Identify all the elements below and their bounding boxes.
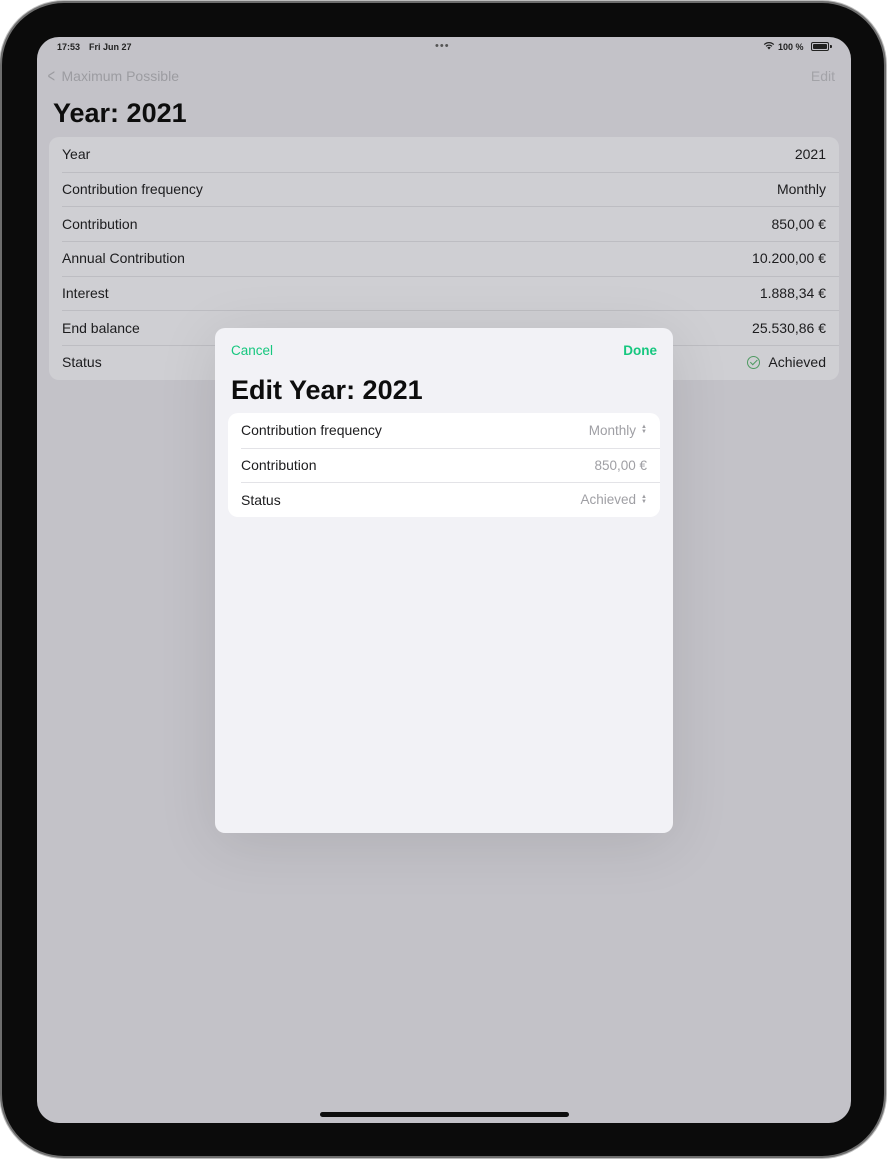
edit-form: Contribution frequency Monthly ▲ ▼ Contri… xyxy=(228,413,660,518)
up-down-chevron-icon: ▲ ▼ xyxy=(641,424,647,436)
detail-value: Monthly xyxy=(776,181,826,198)
battery-icon xyxy=(811,42,832,51)
contribution-input[interactable]: 850,00 € xyxy=(594,458,647,473)
edit-year-sheet: Cancel Done Edit Year: 2021 Contribution… xyxy=(215,328,673,833)
detail-label: Contribution xyxy=(62,215,138,232)
up-down-chevron-icon: ▲ ▼ xyxy=(641,493,647,505)
detail-row-contribution-frequency: Contribution frequency Monthly xyxy=(49,171,839,207)
wifi-icon xyxy=(763,41,775,50)
edit-button[interactable]: Edit xyxy=(811,68,835,84)
detail-label: Status xyxy=(62,354,102,371)
detail-row-contribution: Contribution 850,00 € xyxy=(49,206,839,241)
field-value[interactable]: Monthly ▲ ▼ xyxy=(589,423,647,438)
done-button[interactable]: Done xyxy=(623,343,657,358)
ipad-device: 17:53 Fri Jun 27 ••• 100 % < Maximum Pos… xyxy=(0,0,888,1159)
chevron-left-icon: < xyxy=(47,66,55,86)
field-value[interactable]: Achieved ▲ ▼ xyxy=(581,492,648,507)
detail-row-year: Year 2021 xyxy=(49,137,839,172)
field-label: Contribution xyxy=(241,457,317,474)
field-label: Contribution frequency xyxy=(241,422,382,439)
status-time: 17:53 xyxy=(57,42,81,52)
detail-value: 1.888,34 € xyxy=(759,285,826,302)
battery-percentage: 100 % xyxy=(778,42,804,52)
picker-value: Achieved xyxy=(580,492,637,508)
cancel-button[interactable]: Cancel xyxy=(231,343,273,358)
status-date: Fri Jun 27 xyxy=(89,42,132,52)
detail-row-annual-contribution: Annual Contribution 10.200,00 € xyxy=(49,241,839,276)
status-picker[interactable]: Status Achieved ▲ ▼ xyxy=(228,482,660,517)
detail-value: 10.200,00 € xyxy=(752,250,826,267)
detail-label: Annual Contribution xyxy=(62,250,185,267)
detail-value: 25.530,86 € xyxy=(752,319,826,336)
detail-value: 2021 xyxy=(794,146,826,163)
status-value: Achieved xyxy=(747,354,826,370)
home-indicator[interactable] xyxy=(320,1112,569,1117)
page-title: Year: 2021 xyxy=(53,98,187,128)
status-text: Achieved xyxy=(768,354,826,371)
back-button[interactable]: < Maximum Possible xyxy=(46,66,179,86)
detail-label: End balance xyxy=(62,319,140,336)
picker-value: Monthly xyxy=(588,422,637,438)
status-bar: 17:53 Fri Jun 27 ••• 100 % xyxy=(37,37,851,59)
screen: 17:53 Fri Jun 27 ••• 100 % < Maximum Pos… xyxy=(37,37,851,1123)
detail-value: 850,00 € xyxy=(771,215,827,232)
sheet-title: Edit Year: 2021 xyxy=(231,375,423,405)
checkmark-circle-icon xyxy=(747,355,761,369)
contribution-frequency-picker[interactable]: Contribution frequency Monthly ▲ ▼ xyxy=(228,413,660,448)
back-button-label: Maximum Possible xyxy=(61,68,179,84)
detail-label: Interest xyxy=(62,285,109,302)
detail-label: Year xyxy=(62,146,91,163)
multitasking-dots-icon[interactable]: ••• xyxy=(435,40,450,52)
field-label: Status xyxy=(241,491,281,508)
contribution-field[interactable]: Contribution 850,00 € xyxy=(228,447,660,483)
detail-row-interest: Interest 1.888,34 € xyxy=(49,275,839,311)
detail-label: Contribution frequency xyxy=(62,181,203,198)
